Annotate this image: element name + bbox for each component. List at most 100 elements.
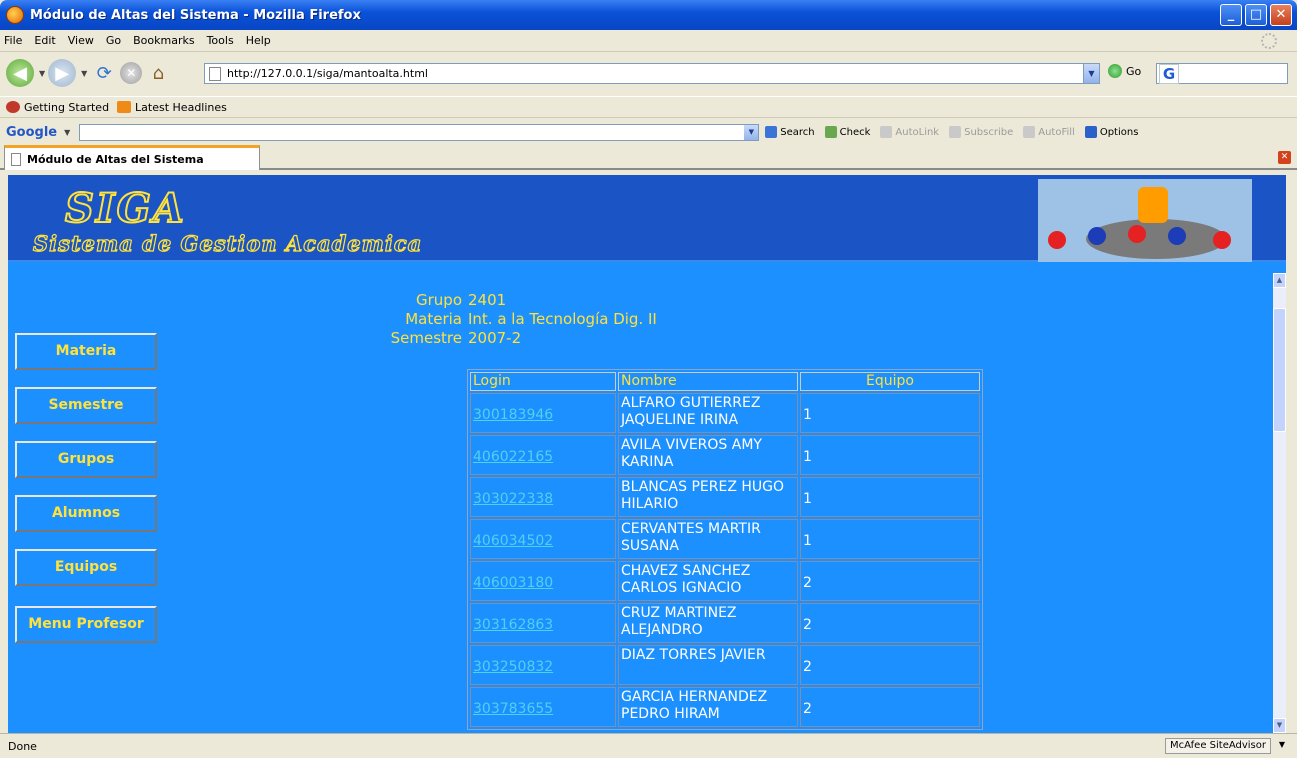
- tab-active[interactable]: Módulo de Altas del Sistema: [4, 145, 260, 170]
- page-icon: [209, 66, 221, 81]
- table-row: 303250832 DIAZ TORRES JAVIER 2: [470, 645, 980, 685]
- options-icon: [1084, 126, 1097, 138]
- scroll-down-icon[interactable]: ▼: [1273, 718, 1286, 733]
- mcafee-dropdown-icon[interactable]: ▼: [1279, 740, 1285, 749]
- login-link[interactable]: 300183946: [470, 393, 616, 433]
- autofill-icon: [1023, 126, 1036, 138]
- semestre-value: 2007-2: [468, 329, 522, 347]
- menu-view[interactable]: View: [68, 34, 94, 47]
- login-link[interactable]: 406003180: [470, 561, 616, 601]
- table-row: 303022338 BLANCAS PEREZ HUGO HILARIO 1: [470, 477, 980, 517]
- table-row: 303162863 CRUZ MARTINEZ ALEJANDRO 2: [470, 603, 980, 643]
- close-window-button[interactable]: ✕: [1270, 4, 1292, 26]
- vertical-scrollbar[interactable]: ▲ ▼: [1273, 273, 1286, 733]
- page-icon: [11, 152, 21, 166]
- scrollbar-thumb[interactable]: [1273, 308, 1286, 432]
- login-link[interactable]: 406034502: [470, 519, 616, 559]
- url-text: http://127.0.0.1/siga/mantoalta.html: [227, 67, 428, 80]
- nombre-cell: AVILA VIVEROS AMY KARINA: [618, 435, 798, 475]
- window-titlebar: Módulo de Altas del Sistema - Mozilla Fi…: [0, 0, 1297, 30]
- back-button[interactable]: ◀: [6, 59, 34, 87]
- google-subscribe-button[interactable]: Subscribe: [949, 126, 1013, 138]
- equipo-cell: 2: [800, 603, 980, 643]
- url-dropdown-icon[interactable]: ▼: [1083, 64, 1099, 83]
- students-table-body: 300183946 ALFARO GUTIERREZ JAQUELINE IRIN…: [470, 393, 980, 727]
- column-header-nombre: Nombre: [618, 372, 798, 391]
- table-row: 300183946 ALFARO GUTIERREZ JAQUELINE IRIN…: [470, 393, 980, 433]
- google-toolbar: Google ▼ ▼ Search Check AutoLink Subscri…: [0, 120, 1297, 144]
- search-icon: [765, 126, 778, 138]
- menu-profesor-button[interactable]: Menu Profesor: [15, 606, 157, 643]
- grupo-label: Grupo: [416, 291, 462, 309]
- google-search-button[interactable]: Search: [765, 126, 815, 138]
- close-tab-icon[interactable]: ✕: [1278, 151, 1291, 164]
- materia-button[interactable]: Materia: [15, 333, 157, 370]
- google-logo[interactable]: Google: [6, 125, 57, 140]
- search-input[interactable]: G: [1156, 63, 1288, 84]
- menu-bookmarks[interactable]: Bookmarks: [133, 34, 194, 47]
- nombre-cell: CERVANTES MARTIR SUSANA: [618, 519, 798, 559]
- banner: SIGA Sistema de Gestion Academica: [8, 175, 1286, 262]
- menu-go[interactable]: Go: [106, 34, 121, 47]
- table-row: 406022165 AVILA VIVEROS AMY KARINA 1: [470, 435, 980, 475]
- home-button[interactable]: ⌂: [144, 59, 172, 87]
- alumnos-button[interactable]: Alumnos: [15, 495, 157, 532]
- google-dropdown-icon[interactable]: ▼: [64, 128, 70, 137]
- google-search-input[interactable]: ▼: [79, 123, 760, 141]
- equipos-button[interactable]: Equipos: [15, 549, 157, 586]
- bookmark-label: Getting Started: [24, 100, 110, 114]
- google-autofill-label: AutoFill: [1038, 126, 1075, 138]
- status-bar: Done McAfee SiteAdvisor ▼: [0, 733, 1297, 758]
- tab-label: Módulo de Altas del Sistema: [27, 152, 204, 166]
- google-options-button[interactable]: Options: [1084, 126, 1138, 138]
- bookmark-getting-started[interactable]: Getting Started: [6, 101, 109, 114]
- minimize-button[interactable]: _: [1220, 4, 1242, 26]
- window-title: Módulo de Altas del Sistema - Mozilla Fi…: [30, 7, 361, 23]
- login-link[interactable]: 303783655: [470, 687, 616, 727]
- google-input-dropdown-icon[interactable]: ▼: [744, 124, 759, 140]
- go-button[interactable]: Go: [1108, 64, 1141, 78]
- rss-icon: [117, 101, 132, 113]
- url-bar[interactable]: http://127.0.0.1/siga/mantoalta.html ▼: [204, 63, 1100, 84]
- semestre-button[interactable]: Semestre: [15, 387, 157, 424]
- grupos-button[interactable]: Grupos: [15, 441, 157, 478]
- google-subscribe-label: Subscribe: [964, 126, 1014, 138]
- go-label: Go: [1126, 64, 1142, 78]
- go-icon: [1108, 64, 1122, 78]
- mcafee-siteadvisor-button[interactable]: McAfee SiteAdvisor: [1165, 738, 1271, 754]
- menu-bar: File Edit View Go Bookmarks Tools Help: [0, 30, 1297, 52]
- login-link[interactable]: 303250832: [470, 645, 616, 685]
- nombre-cell: DIAZ TORRES JAVIER: [618, 645, 798, 685]
- bookmark-latest-headlines[interactable]: Latest Headlines: [117, 101, 227, 114]
- google-autolink-label: AutoLink: [895, 126, 940, 138]
- menu-edit[interactable]: Edit: [34, 34, 55, 47]
- google-check-button[interactable]: Check: [824, 126, 870, 138]
- forward-button[interactable]: ▶: [48, 59, 77, 87]
- materia-value: Int. a la Tecnología Dig. II: [468, 310, 657, 328]
- scroll-up-icon[interactable]: ▲: [1273, 273, 1286, 288]
- course-info: Grupo 2401 Materia Int. a la Tecnología Di…: [358, 291, 657, 348]
- equipo-cell: 1: [800, 519, 980, 559]
- menu-file[interactable]: File: [4, 34, 22, 47]
- menu-help[interactable]: Help: [246, 34, 271, 47]
- forward-dropdown-icon[interactable]: ▼: [81, 69, 87, 78]
- stop-button[interactable]: ✕: [120, 62, 143, 84]
- google-search-label: Search: [780, 126, 815, 138]
- google-search-icon: G: [1159, 63, 1179, 84]
- login-link[interactable]: 303162863: [470, 603, 616, 643]
- login-link[interactable]: 303022338: [470, 477, 616, 517]
- table-row: 303783655 GARCIA HERNANDEZ PEDRO HIRAM 2: [470, 687, 980, 727]
- banner-subtitle: Sistema de Gestion Academica: [32, 230, 423, 256]
- maximize-button[interactable]: □: [1245, 4, 1267, 26]
- back-dropdown-icon[interactable]: ▼: [39, 69, 45, 78]
- table-row: 406003180 CHAVEZ SANCHEZ CARLOS IGNACIO 2: [470, 561, 980, 601]
- spellcheck-icon: [824, 126, 837, 138]
- reload-button[interactable]: ⟳: [90, 59, 118, 87]
- google-autofill-button[interactable]: AutoFill: [1023, 126, 1075, 138]
- google-autolink-button[interactable]: AutoLink: [880, 126, 939, 138]
- login-link[interactable]: 406022165: [470, 435, 616, 475]
- menu-tools[interactable]: Tools: [207, 34, 234, 47]
- equipo-cell: 1: [800, 393, 980, 433]
- bookmark-label: Latest Headlines: [135, 100, 227, 114]
- equipo-cell: 2: [800, 687, 980, 727]
